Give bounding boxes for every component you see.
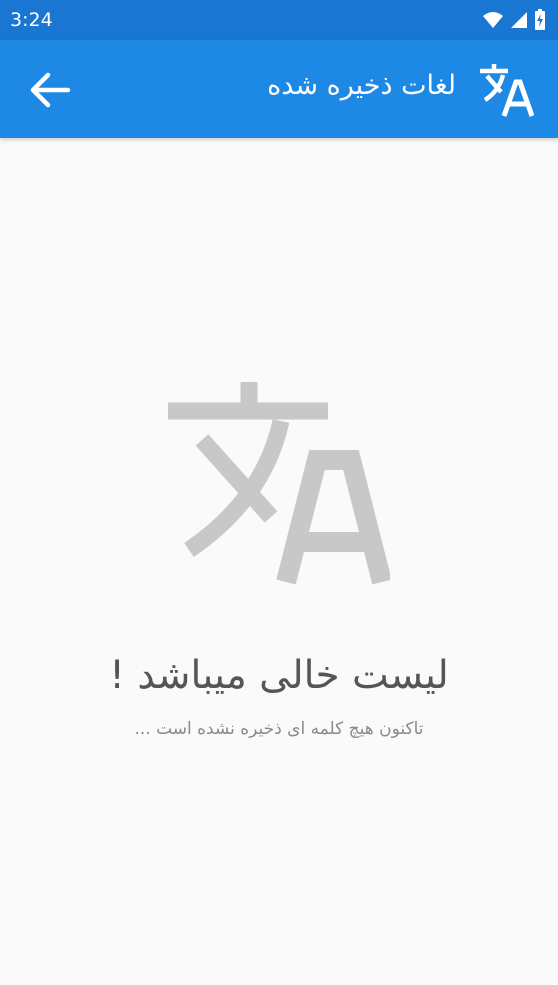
page-title: لغات ذخیره شده <box>267 70 456 101</box>
translate-icon <box>168 382 390 584</box>
battery-icon <box>535 9 545 30</box>
empty-state: لیست خالی میباشد ! تاکنون هیچ کلمه ای ذخ… <box>0 138 558 985</box>
status-time: 3:24 <box>10 9 53 31</box>
back-button[interactable] <box>22 63 78 117</box>
app-bar: لغات ذخیره شده <box>0 40 558 138</box>
empty-state-title: لیست خالی میباشد ! <box>109 653 449 698</box>
signal-icon <box>511 12 527 28</box>
wifi-icon <box>483 12 503 28</box>
saved-words-screen: 3:24 لغات ذخیره شده لیست خالی میباشد ! ت… <box>0 0 558 985</box>
translate-icon <box>480 64 534 117</box>
status-bar: 3:24 <box>0 0 558 40</box>
arrow-back-icon <box>30 72 71 108</box>
empty-state-subtitle: تاکنون هیچ کلمه ای ذخیره نشده است ... <box>134 719 424 739</box>
status-icons <box>482 9 546 31</box>
